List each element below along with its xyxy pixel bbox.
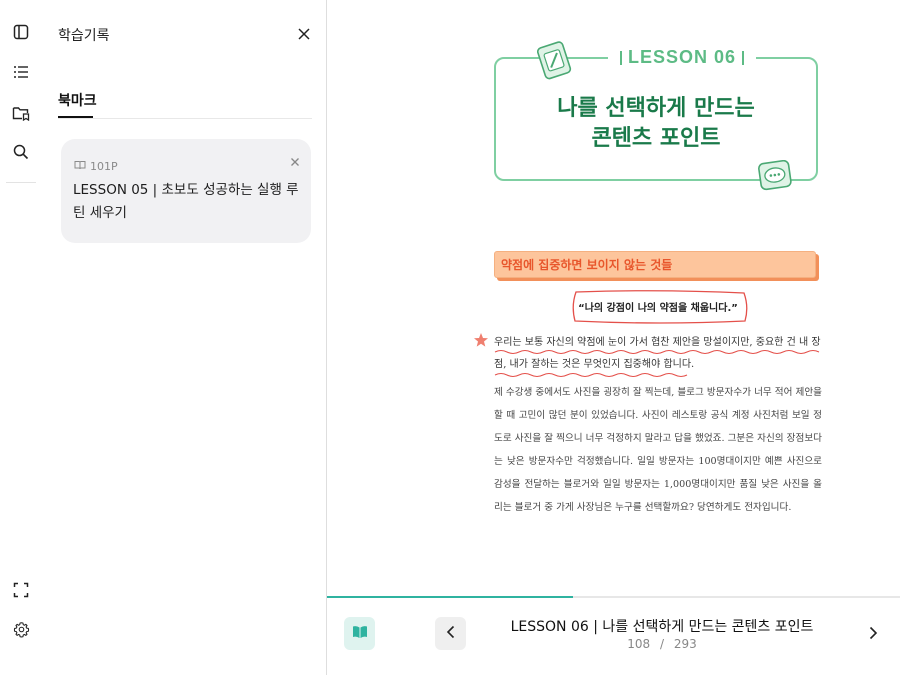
list-icon[interactable] bbox=[11, 62, 31, 82]
pencil-illustration bbox=[536, 40, 573, 84]
page-indicator: 108 / 293 bbox=[507, 637, 817, 651]
book-toggle-button[interactable] bbox=[344, 617, 375, 650]
study-record-panel: 학습기록 북마크 101P LESSON 05 | 초보도 성공하는 실행 루틴… bbox=[40, 0, 326, 675]
tab-divider bbox=[58, 118, 312, 119]
page-separator: / bbox=[659, 637, 665, 651]
close-icon[interactable] bbox=[296, 26, 312, 42]
bookmark-page-label: 101P bbox=[90, 160, 118, 173]
fullscreen-icon[interactable] bbox=[11, 580, 31, 600]
rail-divider bbox=[6, 182, 36, 183]
bookmark-page: 101P bbox=[74, 160, 118, 173]
body-paragraph: 제 수강생 중에서도 사진을 굉장히 잘 찍는데, 블로그 방문자수가 너무 적… bbox=[494, 387, 822, 513]
lesson-title: 나를 선택하게 만드는 콘텐츠 포인트 bbox=[496, 94, 816, 154]
reader-area: LESSON 06 나를 선택하게 만드는 콘텐츠 포인트 약점에 집중하면 보… bbox=[327, 0, 900, 675]
section-heading-box: 약점에 집중하면 보이지 않는 것들 bbox=[494, 251, 816, 278]
lesson-title-line1: 나를 선택하게 만드는 bbox=[557, 96, 755, 121]
settings-icon[interactable] bbox=[11, 619, 31, 639]
search-icon[interactable] bbox=[11, 142, 31, 162]
chat-illustration bbox=[758, 159, 792, 196]
chevron-right-icon bbox=[868, 625, 878, 644]
lesson-title-line2: 콘텐츠 포인트 bbox=[591, 126, 721, 151]
open-book-icon bbox=[352, 624, 368, 643]
sidebar-toggle-icon[interactable] bbox=[11, 22, 31, 42]
section-heading: 약점에 집중하면 보이지 않는 것들 bbox=[501, 258, 673, 272]
panel-title: 학습기록 bbox=[58, 28, 110, 44]
reading-progress-bar[interactable] bbox=[327, 596, 900, 598]
bookmark-remove-icon[interactable] bbox=[290, 152, 300, 166]
chevron-left-icon bbox=[446, 624, 456, 643]
tab-active-indicator bbox=[58, 116, 93, 118]
folder-bookmark-icon[interactable] bbox=[11, 103, 31, 123]
highlighted-paragraph: 우리는 보통 자신의 약점에 눈이 가서 협찬 제안을 망설이지만, 중요한 건… bbox=[494, 337, 821, 370]
next-page-button[interactable] bbox=[863, 624, 883, 644]
reading-progress-fill bbox=[327, 596, 574, 598]
icon-rail bbox=[0, 0, 40, 675]
current-page: 108 bbox=[627, 637, 651, 651]
lesson-label: LESSON 06 bbox=[608, 47, 757, 68]
bookmark-title: LESSON 05 | 초보도 성공하는 실행 루틴 세우기 bbox=[73, 182, 299, 221]
total-pages: 293 bbox=[673, 637, 697, 651]
bookmark-card[interactable]: 101P LESSON 05 | 초보도 성공하는 실행 루틴 세우기 bbox=[61, 139, 311, 243]
chapter-title: LESSON 06 | 나를 선택하게 만드는 콘텐츠 포인트 bbox=[510, 619, 814, 635]
prev-page-button[interactable] bbox=[435, 617, 466, 650]
book-icon bbox=[74, 160, 86, 173]
quote-text: “나의 강점이 나의 약점을 채웁니다.” bbox=[578, 302, 738, 314]
